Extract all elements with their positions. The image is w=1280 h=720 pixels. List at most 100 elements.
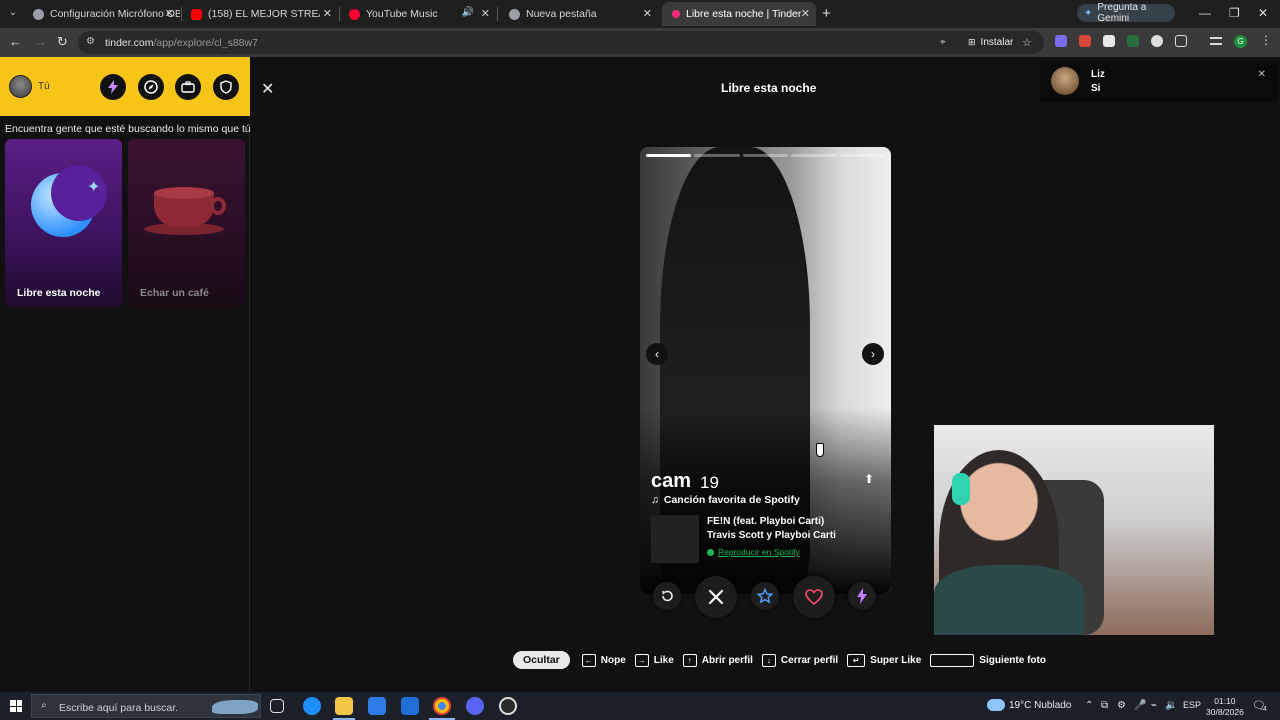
bookmark-star-icon[interactable]: ☆ bbox=[1022, 36, 1032, 49]
page-title: Libre esta noche bbox=[721, 81, 817, 95]
mail-icon[interactable] bbox=[401, 697, 419, 715]
address-bar[interactable]: ⚙ tinder.com/app/explore/cl_s88w7 ⌖ ⊞ In… bbox=[78, 31, 1044, 54]
weather-text[interactable]: 19°C Nublado bbox=[1009, 700, 1071, 711]
extension-icon[interactable] bbox=[1151, 35, 1163, 47]
my-avatar[interactable] bbox=[9, 75, 32, 98]
taskbar-search[interactable]: ⌕ Escribe aquí para buscar. bbox=[31, 694, 261, 718]
like-button[interactable] bbox=[793, 576, 835, 618]
nope-button[interactable] bbox=[695, 576, 737, 618]
close-tab-icon[interactable]: ✕ bbox=[323, 7, 332, 20]
spacebar-key-icon bbox=[930, 653, 975, 667]
up-arrow-key-icon: ↑ bbox=[682, 653, 697, 667]
media-controls-icon[interactable] bbox=[1210, 37, 1222, 45]
hide-shortcuts-button[interactable]: Ocultar bbox=[513, 651, 570, 669]
tab-search-chevron-icon[interactable]: ⌄ bbox=[6, 7, 20, 21]
forward-arrow-icon[interactable]: → bbox=[34, 34, 47, 49]
photo-progress-segment bbox=[694, 154, 740, 157]
tab-separator bbox=[497, 7, 498, 21]
youtube-music-favicon-icon bbox=[349, 8, 360, 20]
tab-obs-config[interactable]: Configuración Micrófono OBS ✕ bbox=[26, 2, 180, 26]
url-text[interactable]: tinder.com/app/explore/cl_s88w7 bbox=[105, 37, 258, 49]
extensions-puzzle-icon[interactable] bbox=[1175, 35, 1187, 47]
globe-favicon-icon bbox=[33, 8, 44, 20]
minimize-icon[interactable]: — bbox=[1199, 6, 1211, 20]
extension-icon[interactable] bbox=[1103, 35, 1115, 47]
file-explorer-icon[interactable] bbox=[335, 697, 353, 715]
site-settings-icon[interactable]: ⚙ bbox=[86, 36, 95, 47]
window-close-icon[interactable]: ✕ bbox=[1258, 6, 1268, 20]
close-explore-icon[interactable]: ✕ bbox=[261, 79, 274, 99]
install-app-button[interactable]: ⊞ Instalar bbox=[962, 34, 1019, 51]
card-echar-un-cafe[interactable]: Echar un café bbox=[128, 139, 245, 307]
tab-new-tab[interactable]: Nueva pestaña ✕ bbox=[500, 2, 658, 26]
close-tab-icon[interactable]: ✕ bbox=[643, 7, 652, 20]
language-indicator[interactable]: ESP bbox=[1183, 700, 1201, 710]
weather-cloud-icon[interactable] bbox=[987, 699, 1005, 711]
profile-avatar[interactable]: G bbox=[1234, 35, 1247, 48]
tray-app-icon[interactable]: ⧉ bbox=[1101, 700, 1108, 711]
open-profile-arrow-icon[interactable]: ⬆ bbox=[864, 472, 874, 486]
profile-name: cam bbox=[651, 470, 692, 492]
rewind-button[interactable] bbox=[653, 582, 681, 610]
shortcut-close-profile: ↓ Cerrar perfil bbox=[761, 653, 838, 667]
location-pin-icon[interactable]: ⌖ bbox=[940, 37, 946, 48]
network-icon[interactable]: ⌁ bbox=[1151, 700, 1157, 711]
safety-shield-icon[interactable] bbox=[213, 74, 239, 100]
task-view-icon[interactable] bbox=[270, 699, 284, 713]
extension-icon[interactable] bbox=[1127, 35, 1139, 47]
tab-tinder[interactable]: Libre esta noche | Tinder ✕ bbox=[662, 2, 816, 26]
audio-playing-icon[interactable]: 🔊 bbox=[462, 7, 474, 18]
windows-start-icon[interactable] bbox=[10, 700, 22, 712]
my-profile-label[interactable]: Tú bbox=[38, 81, 50, 92]
obs-icon[interactable] bbox=[499, 697, 517, 715]
left-arrow-key-icon: ← bbox=[581, 653, 596, 667]
profile-card[interactable]: ‹ › cam 19 ⬆ ♫ Canción favorita de Spotif… bbox=[640, 147, 891, 594]
shortcut-label: Nope bbox=[600, 654, 626, 666]
tab-label: Libre esta noche | Tinder bbox=[686, 8, 802, 20]
close-tab-icon[interactable]: ✕ bbox=[801, 7, 810, 20]
prev-photo-icon[interactable]: ‹ bbox=[646, 343, 668, 365]
photo-progress-segment bbox=[839, 154, 886, 157]
shortcut-label: Like bbox=[653, 654, 674, 666]
notification-close-icon[interactable]: ✕ bbox=[1258, 69, 1266, 80]
new-tab-plus-icon[interactable]: + bbox=[822, 5, 831, 22]
briefcase-icon[interactable] bbox=[175, 74, 201, 100]
shield-shape bbox=[220, 80, 232, 94]
lightning-icon bbox=[108, 80, 118, 94]
url-host: tinder.com bbox=[105, 37, 154, 49]
system-clock[interactable]: 01:10 30/8/2026 bbox=[1206, 696, 1244, 718]
close-tab-icon[interactable]: ✕ bbox=[165, 7, 174, 20]
gemini-button[interactable]: ✦ Pregunta a Gemini bbox=[1077, 2, 1175, 24]
restore-icon[interactable]: ❐ bbox=[1229, 6, 1240, 20]
chrome-icon[interactable] bbox=[433, 697, 451, 715]
microphone-icon[interactable]: 🎤 bbox=[1134, 700, 1146, 711]
next-photo-icon[interactable]: › bbox=[862, 343, 884, 365]
match-notification[interactable]: Liz Si ✕ bbox=[1040, 62, 1278, 102]
spotify-play-link[interactable]: Reproducir en Spotify bbox=[707, 547, 800, 557]
extension-icon[interactable] bbox=[1079, 35, 1091, 47]
spotify-link-text: Reproducir en Spotify bbox=[718, 547, 800, 557]
shortcut-open-profile: ↑ Abrir perfil bbox=[682, 653, 753, 667]
super-like-button[interactable] bbox=[751, 582, 779, 610]
tray-app-icon[interactable]: ⚙ bbox=[1117, 700, 1126, 711]
close-tab-icon[interactable]: ✕ bbox=[481, 7, 490, 20]
edge-icon[interactable] bbox=[303, 697, 321, 715]
boost-lightning-icon[interactable] bbox=[100, 74, 126, 100]
extension-icon[interactable] bbox=[1055, 35, 1067, 47]
card-libre-esta-noche[interactable]: ✦ Libre esta noche bbox=[5, 139, 122, 307]
reload-icon[interactable]: ↻ bbox=[57, 34, 68, 50]
store-icon[interactable] bbox=[368, 697, 386, 715]
volume-icon[interactable]: 🔉 bbox=[1165, 700, 1177, 711]
tab-youtube-music[interactable]: YouTube Music 🔊 ✕ bbox=[342, 2, 496, 26]
album-cover bbox=[651, 515, 699, 563]
tray-chevron-icon[interactable]: ⌃ bbox=[1085, 700, 1093, 711]
boost-button[interactable] bbox=[848, 582, 876, 610]
heart-icon bbox=[805, 589, 823, 605]
explore-compass-icon[interactable] bbox=[138, 74, 164, 100]
chrome-menu-icon[interactable]: ⋮ bbox=[1260, 33, 1272, 47]
back-arrow-icon[interactable]: ← bbox=[9, 34, 22, 49]
discord-icon[interactable] bbox=[466, 697, 484, 715]
tab-youtube-stream[interactable]: (158) EL MEJOR STREAM BOLIC ✕ bbox=[184, 2, 338, 26]
chrome-favicon-icon bbox=[509, 8, 520, 20]
spotify-icon bbox=[707, 549, 714, 556]
